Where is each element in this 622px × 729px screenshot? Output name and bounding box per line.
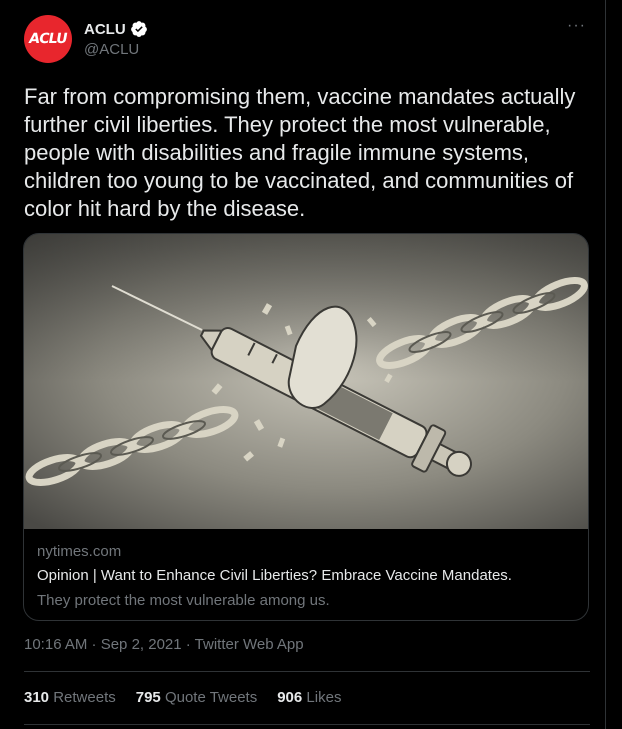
avatar-logo-text: ACLU bbox=[27, 31, 69, 47]
more-icon[interactable]: ··· bbox=[567, 17, 586, 35]
card-description: They protect the most vulnerable among u… bbox=[37, 592, 330, 609]
tweet-header: ACLU ACLU @ACLU ··· bbox=[24, 15, 594, 65]
verified-icon bbox=[130, 21, 147, 37]
quote-tweets-stat[interactable]: 795 Quote Tweets bbox=[136, 689, 257, 706]
card-title[interactable]: Opinion | Want to Enhance Civil Libertie… bbox=[37, 567, 577, 584]
author-display-name-row[interactable]: ACLU bbox=[84, 20, 148, 38]
avatar[interactable]: ACLU bbox=[24, 15, 72, 63]
divider-bottom bbox=[24, 724, 590, 725]
column-border bbox=[605, 0, 606, 729]
likes-label: Likes bbox=[306, 689, 342, 706]
link-card[interactable]: nytimes.com Opinion | Want to Enhance Ci… bbox=[23, 233, 589, 621]
quotes-count: 795 bbox=[135, 689, 161, 706]
retweets-label: Retweets bbox=[53, 689, 116, 706]
retweets-count: 310 bbox=[24, 689, 50, 706]
author-display-name[interactable]: ACLU bbox=[84, 21, 126, 38]
tweet-timestamp[interactable]: 10:16 AM · Sep 2, 2021 · Twitter Web App bbox=[24, 636, 304, 653]
author-names: ACLU @ACLU bbox=[84, 20, 148, 58]
likes-count: 906 bbox=[277, 689, 303, 706]
likes-stat[interactable]: 906 Likes bbox=[277, 689, 341, 706]
card-image[interactable] bbox=[24, 234, 588, 529]
card-domain: nytimes.com bbox=[37, 543, 122, 560]
quotes-label: Quote Tweets bbox=[164, 689, 258, 706]
engagement-stats: 310 Retweets 795 Quote Tweets 906 Likes bbox=[24, 689, 341, 706]
author-handle[interactable]: @ACLU bbox=[84, 41, 148, 58]
divider-top bbox=[24, 671, 590, 672]
tweet-text: Far from compromising them, vaccine mand… bbox=[24, 84, 576, 221]
retweets-stat[interactable]: 310 Retweets bbox=[24, 689, 116, 706]
card-meta: nytimes.com Opinion | Want to Enhance Ci… bbox=[37, 543, 577, 609]
